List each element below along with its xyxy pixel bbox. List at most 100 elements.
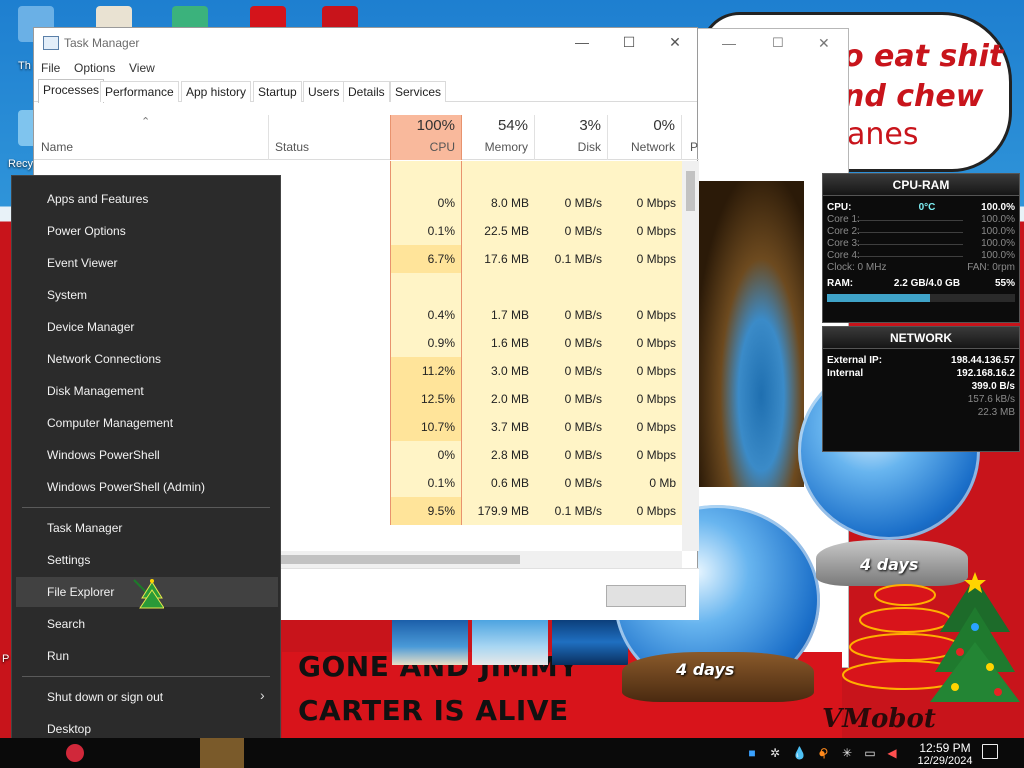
menu-item-computer-management[interactable]: Computer Management xyxy=(16,408,278,438)
cell-cpu: 0.1% xyxy=(390,469,462,497)
menu-item-event-viewer[interactable]: Event Viewer xyxy=(16,248,278,278)
menu-item-run[interactable]: Run xyxy=(16,641,278,671)
clock-date[interactable]: 12/29/2024 xyxy=(905,755,985,767)
menu-bar: File Options View xyxy=(34,58,697,78)
taskbar-app-button[interactable] xyxy=(66,744,84,762)
cell-network: 0 Mb xyxy=(608,469,682,497)
tab-users[interactable]: Users xyxy=(303,81,345,102)
core-value: 100.0% xyxy=(981,238,1015,249)
core-row: Core 4: 100.0% xyxy=(827,250,1015,262)
menu-view[interactable]: View xyxy=(129,61,155,75)
bubble-text: nd chew xyxy=(843,79,984,114)
thumbnail-photo xyxy=(472,619,548,665)
menu-item-search[interactable]: Search xyxy=(16,609,278,639)
window-title: Task Manager xyxy=(64,36,140,50)
tray-volume-icon[interactable]: ◀ xyxy=(885,746,899,760)
minimize-button[interactable]: — xyxy=(559,28,605,58)
banner-text: CARTER IS ALIVE xyxy=(298,694,569,727)
cell-network xyxy=(608,273,682,301)
menu-item-power-options[interactable]: Power Options xyxy=(16,216,278,246)
cell-disk: 0 MB/s xyxy=(535,357,608,385)
scrollbar-thumb[interactable] xyxy=(274,555,520,564)
core-graph xyxy=(857,256,963,257)
network-rate: 399.0 B/s xyxy=(971,381,1015,392)
minimize-button[interactable]: — xyxy=(722,35,736,51)
cell-memory: 1.7 MB xyxy=(462,301,535,329)
cell-network: 0 Mbps xyxy=(608,441,682,469)
tab-performance[interactable]: Performance xyxy=(100,81,179,102)
cell-memory: 3.7 MB xyxy=(462,413,535,441)
cell-memory: 17.6 MB xyxy=(462,245,535,273)
menu-item-windows-powershell-admin[interactable]: Windows PowerShell (Admin) xyxy=(16,472,278,502)
title-bar[interactable]: Task Manager — ☐ ✕ xyxy=(34,28,697,58)
core-graph xyxy=(857,232,963,233)
column-memory[interactable]: 54% Memory xyxy=(462,115,535,160)
taskbar: ■ ✲ 💧 ● ⚲ ✳ ▭ ◀ 12:59 PM 12/29/2024 xyxy=(0,738,1024,768)
core-graph xyxy=(857,244,963,245)
menu-item-shut-down-or-sign-out[interactable]: Shut down or sign out xyxy=(16,682,278,712)
clock-time[interactable]: 12:59 PM xyxy=(915,741,975,755)
tray-settings-icon[interactable]: ✲ xyxy=(768,746,782,760)
column-header: ⌃ Name Status 100% CPU 54% Memory 3% Dis… xyxy=(34,115,699,160)
chevron-right-icon: › xyxy=(260,687,265,703)
tab-services[interactable]: Services xyxy=(390,81,447,102)
column-divider[interactable] xyxy=(268,115,269,160)
snow-globe-label: 4 days xyxy=(860,555,919,574)
tab-details[interactable]: Details xyxy=(343,81,390,102)
menu-options[interactable]: Options xyxy=(74,61,115,75)
cell-network: 0 Mbps xyxy=(608,497,682,525)
ram-bar xyxy=(827,294,1015,302)
maximize-button[interactable]: ☐ xyxy=(606,28,652,58)
close-button[interactable]: ✕ xyxy=(818,35,830,52)
tab-startup[interactable]: Startup xyxy=(253,81,302,102)
tab-processes[interactable]: Processes xyxy=(38,79,105,103)
column-status[interactable]: Status xyxy=(275,140,309,154)
tray-network-icon[interactable]: ✳ xyxy=(840,746,854,760)
scrollbar-thumb[interactable] xyxy=(686,171,695,211)
menu-item-device-manager[interactable]: Device Manager xyxy=(16,312,278,342)
cpu-percent: 100.0% xyxy=(981,202,1015,213)
cell-disk xyxy=(535,161,608,189)
ram-value: 2.2 GB/4.0 GB xyxy=(893,278,961,289)
close-button[interactable]: ✕ xyxy=(652,28,698,58)
cell-memory: 1.6 MB xyxy=(462,329,535,357)
column-network[interactable]: 0% Network xyxy=(608,115,682,160)
menu-item-system[interactable]: System xyxy=(16,280,278,310)
maximize-button[interactable]: ☐ xyxy=(772,35,784,51)
tray-search-icon[interactable]: ⚲ xyxy=(817,746,831,760)
menu-item-apps-and-features[interactable]: Apps and Features xyxy=(16,184,278,214)
menu-item-disk-management[interactable]: Disk Management xyxy=(16,376,278,406)
cave-photo xyxy=(697,181,804,487)
tab-app-history[interactable]: App history xyxy=(181,81,252,102)
ram-row: RAM: 2.2 GB/4.0 GB 55% xyxy=(827,278,1015,290)
tray-monitor-icon[interactable]: ▭ xyxy=(863,746,877,760)
cpu-ram-gadget[interactable]: CPU-RAM CPU: 0°C 100.0% Core 1: 100.0% C… xyxy=(822,173,1020,323)
clock-row: Clock: 0 MHz FAN: 0rpm xyxy=(827,262,1015,274)
menu-file[interactable]: File xyxy=(41,61,60,75)
snow-globe-label: 4 days xyxy=(676,660,735,679)
column-cpu[interactable]: 100% CPU xyxy=(390,115,462,160)
tray-drop-icon[interactable]: 💧 xyxy=(792,746,807,760)
christmas-tree-icon xyxy=(930,572,1020,702)
menu-item-task-manager[interactable]: Task Manager xyxy=(16,513,278,543)
column-name[interactable]: Name xyxy=(41,140,73,154)
power-user-menu: Apps and Features Power Options Event View… xyxy=(11,175,281,753)
taskbar-app-button[interactable] xyxy=(200,738,244,768)
network-total: 22.3 MB xyxy=(977,407,1015,418)
memory-label: Memory xyxy=(484,140,528,154)
cell-disk: 0.1 MB/s xyxy=(535,497,608,525)
menu-item-network-connections[interactable]: Network Connections xyxy=(16,344,278,374)
column-disk[interactable]: 3% Disk xyxy=(535,115,608,160)
tray-square-icon[interactable]: ■ xyxy=(745,746,759,760)
internal-ip-row: Internal 192.168.16.2 xyxy=(827,368,1015,380)
network-gadget[interactable]: NETWORK External IP: 198.44.136.57 Inter… xyxy=(822,326,1020,452)
cell-memory: 179.9 MB xyxy=(462,497,535,525)
menu-item-settings[interactable]: Settings xyxy=(16,545,278,575)
notification-icon[interactable] xyxy=(982,744,998,759)
menu-item-windows-powershell[interactable]: Windows PowerShell xyxy=(16,440,278,470)
vertical-scrollbar[interactable] xyxy=(682,161,699,551)
cpu-label: CPU: xyxy=(827,202,852,213)
end-task-button[interactable] xyxy=(606,585,686,607)
cell-disk xyxy=(535,273,608,301)
column-power[interactable]: P xyxy=(690,140,698,154)
